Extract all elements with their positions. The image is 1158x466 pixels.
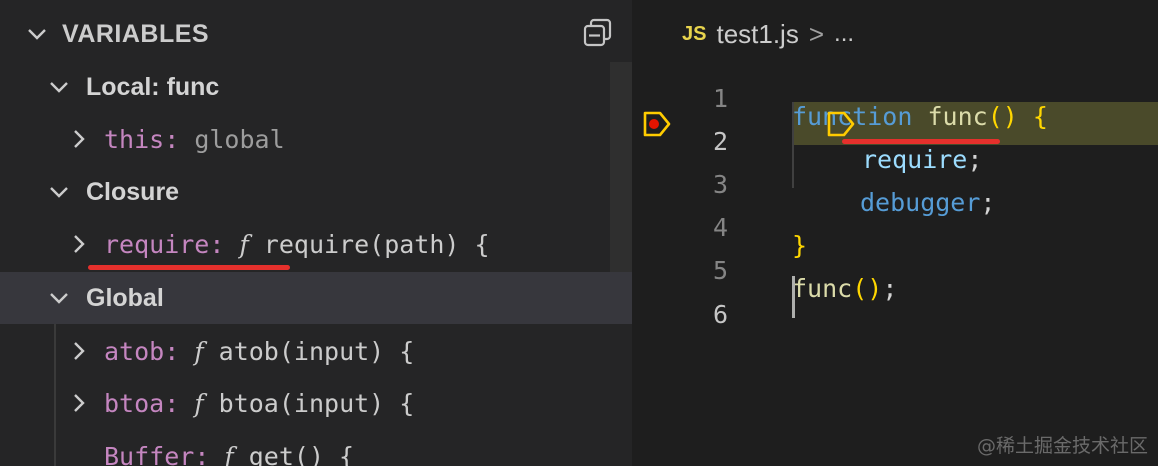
chevron-down-icon[interactable] [48,76,70,98]
variable-name: btoa [104,388,165,418]
chevron-right-icon[interactable] [68,392,90,414]
scope-label: Local: func [86,72,220,101]
variable-entry: require: f require(path) { [104,229,490,259]
variable-value: require(path) { [263,229,490,259]
chevron-right-icon[interactable] [68,233,90,255]
breadcrumb-file[interactable]: test1.js [716,19,798,50]
breadcrumb: JS test1.js > ... [682,12,854,56]
function-marker: f [194,388,204,418]
code-line-3[interactable]: 3 debugger; [632,145,1158,217]
code-line-5[interactable]: 5 func(); [632,231,1158,303]
code-line-4[interactable]: 4 } [632,188,1158,260]
variable-value: get() { [248,441,355,466]
code-line-1[interactable]: 1 function func() { [632,59,1158,131]
scope-global[interactable]: Global [0,272,632,324]
variable-value: atob(input) { [218,336,415,366]
variable-entry: btoa: f btoa(input) { [104,388,415,418]
watermark: @稀土掘金技术社区 [976,435,1148,457]
variable-this[interactable]: this: global [0,113,632,165]
chevron-down-icon[interactable] [48,287,70,309]
function-marker: f [224,441,234,466]
variable-name: require [104,229,210,259]
chevron-down-icon[interactable] [48,181,70,203]
chevron-down-icon[interactable] [26,23,48,45]
variable-value: btoa(input) { [218,388,415,418]
collapse-all-icon[interactable] [582,16,614,50]
scope-closure[interactable]: Closure [0,166,632,218]
function-marker: f [239,229,249,259]
variable-name: this [104,124,165,154]
scope-label: Global [86,283,164,312]
variable-entry: atob: f atob(input) { [104,336,415,366]
variable-entry: Buffer: f get() { [104,442,354,466]
variable-name: Buffer [104,441,195,466]
chevron-right-icon: > [808,18,825,49]
line-number: 6 [712,300,728,329]
text-cursor [792,276,795,318]
variable-require[interactable]: require: f require(path) { [0,218,632,270]
variable-btoa[interactable]: btoa: f btoa(input) { [0,377,632,429]
variables-title: VARIABLES [62,19,210,48]
scope-local[interactable]: Local: func [0,61,632,113]
js-file-icon: JS [682,22,707,45]
code-editor[interactable]: JS test1.js > ... 1 function func() { 2 … [632,0,1158,466]
variable-name: atob [104,336,165,366]
variable-entry: this: global [104,124,285,154]
debug-stop-arrow-icon [826,110,856,138]
variables-panel: VARIABLES Local: func this: global Closu… [0,0,632,466]
breadcrumb-more[interactable]: ... [834,20,854,48]
annotation-underline [842,139,1000,144]
code-line-6[interactable]: 6 [632,275,1158,329]
scope-label: Closure [86,177,180,206]
variable-atob[interactable]: atob: f atob(input) { [0,325,632,377]
chevron-right-icon[interactable] [68,128,90,150]
chevron-right-icon[interactable] [68,340,90,362]
variable-buffer[interactable]: Buffer: f get() { [0,430,632,466]
variable-value: global [194,124,285,154]
function-marker: f [194,336,204,366]
annotation-underline [88,265,290,270]
variables-section-header[interactable]: VARIABLES [0,8,632,60]
